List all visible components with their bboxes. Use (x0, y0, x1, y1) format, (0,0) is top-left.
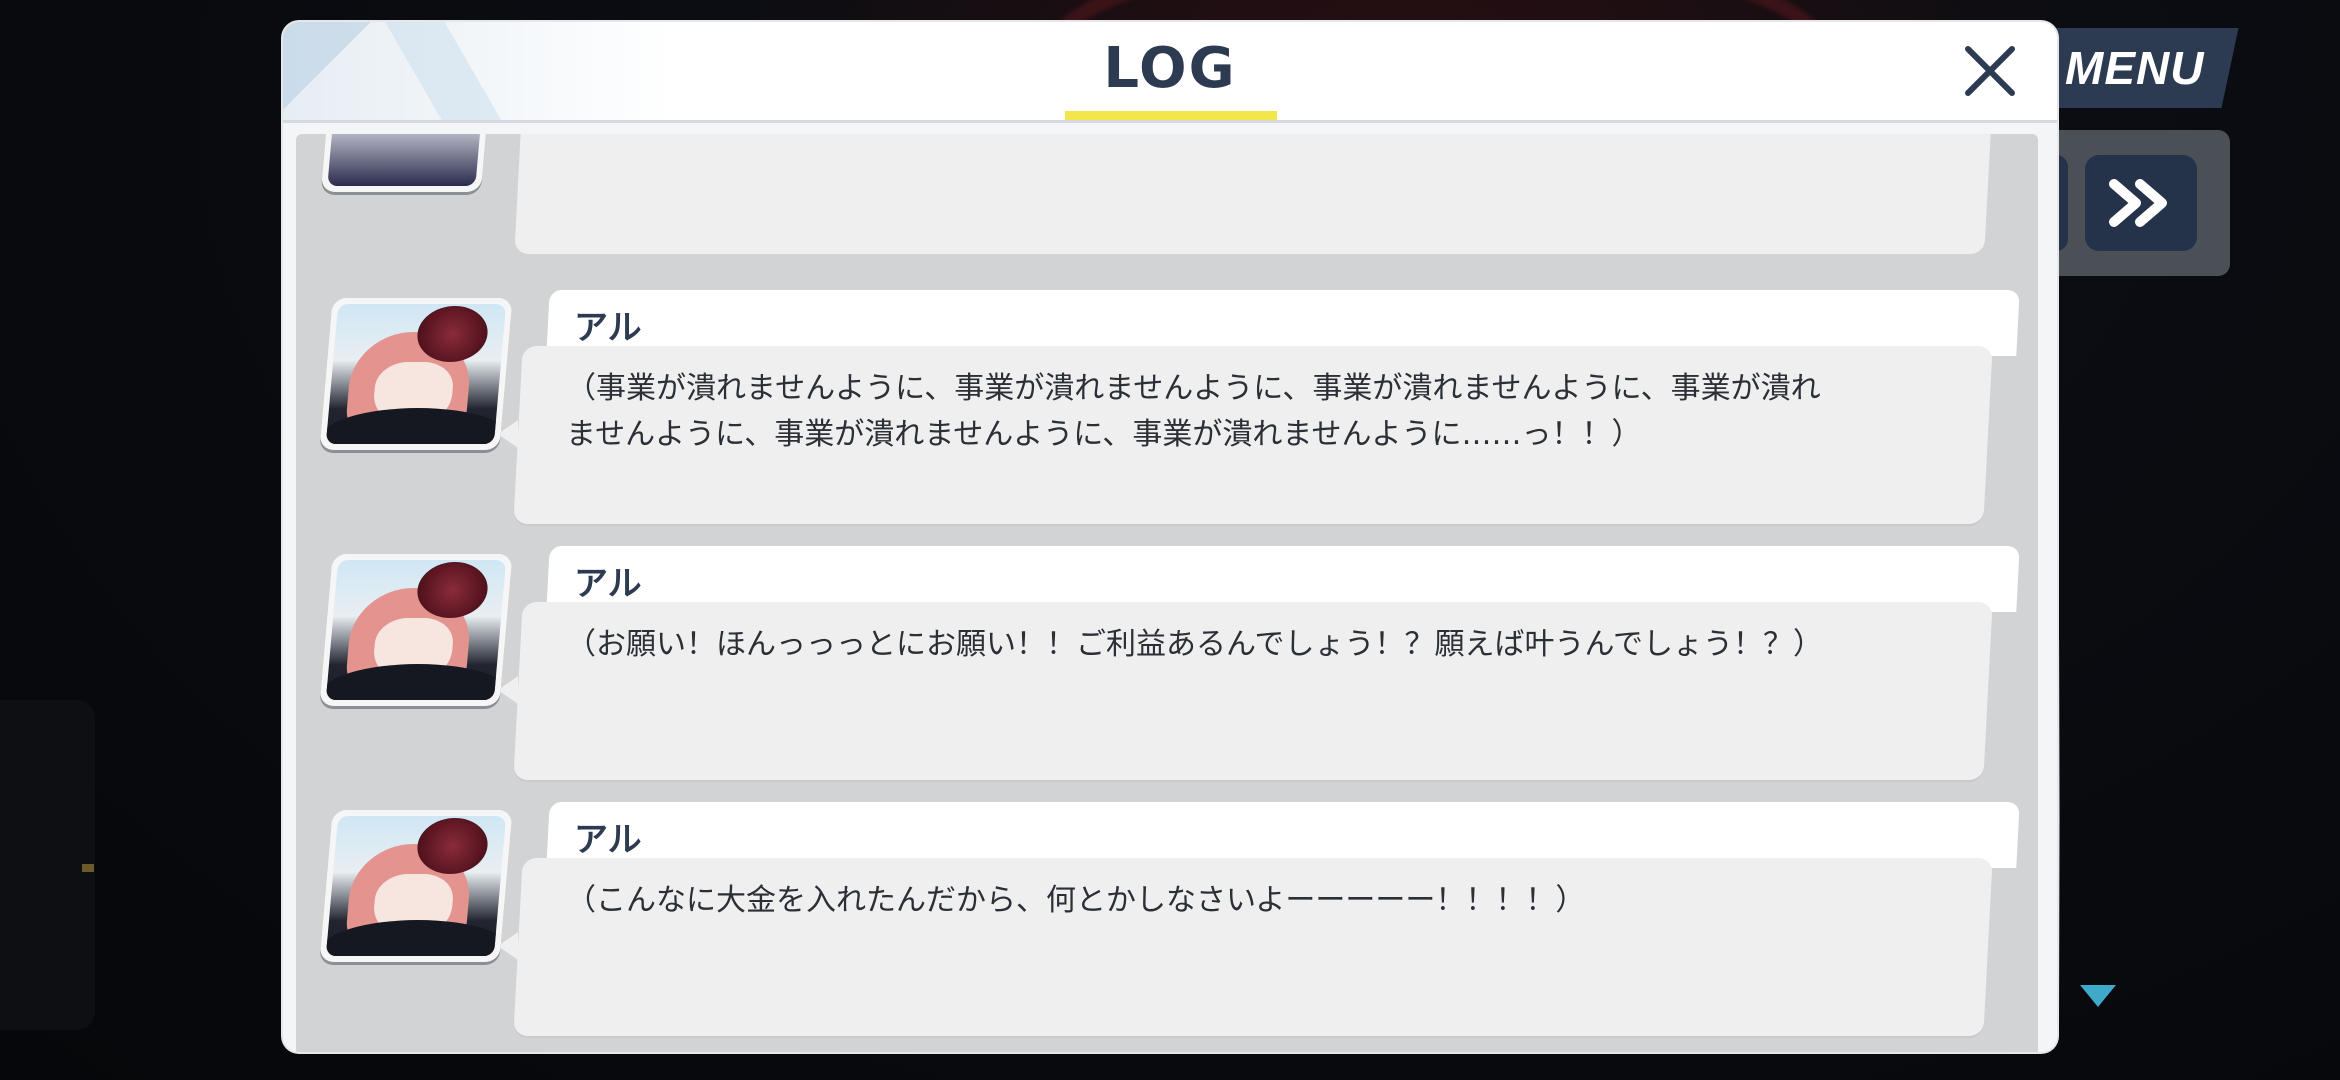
log-header: LOG (283, 22, 2057, 123)
message-text: （こんなに大金を入れたんだから、何とかしなさいよーーーーー！！！！） (566, 878, 1866, 924)
message-text: （お願い！ほんっっっとにお願い！！ご利益あるんでしょう！？願えば叶うんでしょう！… (566, 622, 1866, 668)
title-underline (1065, 111, 1277, 120)
log-scroll-area[interactable]: アル （事業が潰れませんように、事業が潰れませんように、事業が潰れませんように、… (296, 134, 2038, 1052)
menu-button[interactable]: MENU (2031, 28, 2239, 108)
background-left-marker (82, 864, 94, 872)
speaker-avatar (320, 134, 492, 192)
scroll-down-icon[interactable] (2080, 985, 2116, 1007)
log-dialog: LOG アル （事業が潰れませんように、事業が潰れませんように、事業が潰れません… (283, 22, 2057, 1052)
background-left-panel (0, 700, 95, 1030)
speaker-name: アル (574, 564, 642, 604)
message-line: （お願い！ほんっっっとにお願い！！ご利益あるんでしょう！？願えば叶うんでしょう！… (566, 627, 1823, 662)
message-bubble (514, 134, 1992, 254)
close-button[interactable] (1955, 36, 2025, 106)
speaker-name: アル (574, 820, 642, 860)
close-icon (1965, 46, 2015, 96)
message-line: （事業が潰れませんように、事業が潰れませんように、事業が潰れませんように、事業が… (566, 371, 1821, 406)
speaker-name: アル (574, 308, 642, 348)
speaker-avatar (319, 298, 513, 450)
fast-forward-icon (2109, 179, 2167, 227)
message-text: （事業が潰れませんように、事業が潰れませんように、事業が潰れませんように、事業が… (566, 366, 1866, 458)
game-screen: MENU LOG アル （事業が潰れませんように、事業が潰れませんように、事業が… (0, 0, 2340, 1080)
message-line: ませんように、事業が潰れませんように、事業が潰れませんように……っ！！） (566, 417, 1642, 452)
speaker-avatar (319, 554, 513, 706)
log-title: LOG (1103, 36, 1237, 101)
message-line: （こんなに大金を入れたんだから、何とかしなさいよーーーーー！！！！） (566, 883, 1586, 918)
speaker-avatar (319, 810, 513, 962)
menu-button-label: MENU (2065, 42, 2205, 94)
fast-forward-button[interactable] (2085, 155, 2197, 251)
